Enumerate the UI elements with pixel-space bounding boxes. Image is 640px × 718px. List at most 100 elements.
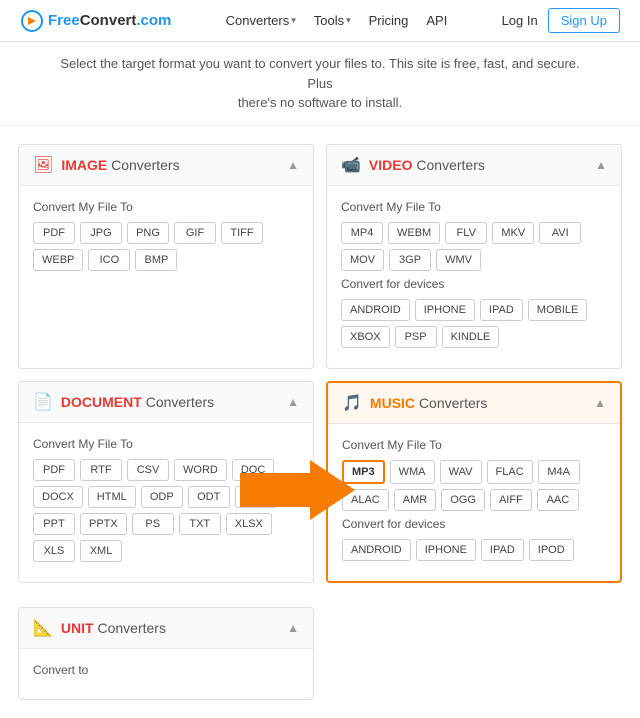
nav-converters[interactable]: Converters ▾ — [226, 13, 296, 28]
document-section-label: Convert My File To — [33, 437, 299, 451]
video-icon: 📹 — [341, 155, 361, 175]
collapse-icon[interactable]: ▲ — [594, 396, 606, 410]
format-pdf[interactable]: PDF — [33, 222, 75, 244]
format-xbox[interactable]: XBOX — [341, 326, 390, 348]
main-nav: Converters ▾ Tools ▾ Pricing API — [226, 13, 448, 28]
music-format-grid: MP3 WMA WAV FLAC M4A ALAC AMR OGG AIFF A… — [342, 460, 606, 511]
video-format-grid: MP4 WEBM FLV MKV AVI MOV 3GP WMV — [341, 222, 607, 271]
format-wmv[interactable]: WMV — [436, 249, 481, 271]
signup-button[interactable]: Sign Up — [548, 8, 620, 33]
header: FreeConvert.com Converters ▾ Tools ▾ Pri… — [0, 0, 640, 42]
format-ps[interactable]: PS — [132, 513, 174, 535]
collapse-icon[interactable]: ▲ — [287, 395, 299, 409]
video-card-body: Convert My File To MP4 WEBM FLV MKV AVI … — [327, 186, 621, 368]
unit-section-label: Convert to — [33, 663, 299, 677]
format-ppt[interactable]: PPT — [33, 513, 75, 535]
video-devices-label: Convert for devices — [341, 277, 607, 291]
format-xml[interactable]: XML — [80, 540, 122, 562]
format-mp3[interactable]: MP3 — [342, 460, 385, 484]
format-mobile[interactable]: MOBILE — [528, 299, 588, 321]
document-converter-card: 📄 DOCUMENT Converters ▲ Convert My File … — [18, 381, 314, 583]
collapse-icon[interactable]: ▲ — [287, 158, 299, 172]
format-ogg[interactable]: OGG — [441, 489, 485, 511]
format-aiff[interactable]: AIFF — [490, 489, 532, 511]
format-txt[interactable]: TXT — [179, 513, 221, 535]
format-odt[interactable]: ODT — [188, 486, 230, 508]
format-mkv[interactable]: MKV — [492, 222, 534, 244]
music-card-header: 🎵 MUSIC Converters ▲ — [328, 383, 620, 424]
format-m4a[interactable]: M4A — [538, 460, 580, 484]
subtitle: Select the target format you want to con… — [0, 42, 640, 126]
format-rtf[interactable]: RTF — [80, 459, 122, 481]
format-pptx[interactable]: PPTX — [80, 513, 127, 535]
format-pdf[interactable]: PDF — [33, 459, 75, 481]
format-3gp[interactable]: 3GP — [389, 249, 431, 271]
document-card-title: DOCUMENT Converters — [61, 394, 214, 410]
video-devices-grid: ANDROID IPHONE IPAD MOBILE XBOX PSP KIND… — [341, 299, 607, 348]
format-iphone[interactable]: IPHONE — [415, 299, 475, 321]
format-wav[interactable]: WAV — [440, 460, 482, 484]
format-ipod[interactable]: IPOD — [529, 539, 574, 561]
nav-tools[interactable]: Tools ▾ — [314, 13, 351, 28]
format-amr[interactable]: AMR — [394, 489, 436, 511]
login-button[interactable]: Log In — [502, 13, 538, 28]
collapse-icon[interactable]: ▲ — [595, 158, 607, 172]
format-tiff[interactable]: TIFF — [221, 222, 263, 244]
format-doc[interactable]: DOC — [232, 459, 274, 481]
logo[interactable]: FreeConvert.com — [20, 9, 171, 33]
music-icon: 🎵 — [342, 393, 362, 413]
image-card-body: Convert My File To PDF JPG PNG GIF TIFF … — [19, 186, 313, 291]
format-kindle[interactable]: KINDLE — [442, 326, 500, 348]
format-wma[interactable]: WMA — [390, 460, 435, 484]
format-iphone[interactable]: IPHONE — [416, 539, 476, 561]
unit-card-body: Convert to — [19, 649, 313, 699]
image-section-label: Convert My File To — [33, 200, 299, 214]
nav-api[interactable]: API — [426, 13, 447, 28]
format-bmp[interactable]: BMP — [135, 249, 177, 271]
format-csv[interactable]: CSV — [127, 459, 169, 481]
format-jpg[interactable]: JPG — [80, 222, 122, 244]
nav-pricing[interactable]: Pricing — [369, 13, 409, 28]
format-png[interactable]: PNG — [127, 222, 169, 244]
format-ico[interactable]: ICO — [88, 249, 130, 271]
image-icon: 🖼 — [33, 155, 53, 175]
image-card-title: IMAGE Converters — [61, 157, 179, 173]
converter-grid: 🖼 IMAGE Converters ▲ Convert My File To … — [0, 126, 640, 601]
image-format-grid: PDF JPG PNG GIF TIFF WEBP ICO BMP — [33, 222, 299, 271]
chevron-down-icon: ▾ — [346, 15, 351, 26]
format-webp[interactable]: WEBP — [33, 249, 83, 271]
format-html[interactable]: HTML — [88, 486, 136, 508]
format-flac[interactable]: FLAC — [487, 460, 533, 484]
document-icon: 📄 — [33, 392, 53, 412]
format-ods[interactable]: ODS — [235, 486, 277, 508]
chevron-down-icon: ▾ — [291, 15, 296, 26]
format-avi[interactable]: AVI — [539, 222, 581, 244]
music-card-title: MUSIC Converters — [370, 395, 487, 411]
format-alac[interactable]: ALAC — [342, 489, 389, 511]
video-card-title: VIDEO Converters — [369, 157, 485, 173]
unit-converter-card: 📐 UNIT Converters ▲ Convert to — [18, 607, 314, 700]
format-odp[interactable]: ODP — [141, 486, 183, 508]
format-webm[interactable]: WEBM — [388, 222, 440, 244]
format-word[interactable]: WORD — [174, 459, 227, 481]
video-card-header: 📹 VIDEO Converters ▲ — [327, 145, 621, 186]
format-psp[interactable]: PSP — [395, 326, 437, 348]
bottom-grid: 📐 UNIT Converters ▲ Convert to — [0, 607, 640, 718]
format-gif[interactable]: GIF — [174, 222, 216, 244]
format-docx[interactable]: DOCX — [33, 486, 83, 508]
format-xls[interactable]: XLS — [33, 540, 75, 562]
format-ipad[interactable]: IPAD — [480, 299, 523, 321]
format-mp4[interactable]: MP4 — [341, 222, 383, 244]
image-card-header: 🖼 IMAGE Converters ▲ — [19, 145, 313, 186]
format-aac[interactable]: AAC — [537, 489, 579, 511]
music-devices-label: Convert for devices — [342, 517, 606, 531]
header-actions: Log In Sign Up — [502, 8, 620, 33]
format-flv[interactable]: FLV — [445, 222, 487, 244]
format-android[interactable]: ANDROID — [341, 299, 410, 321]
format-ipad[interactable]: IPAD — [481, 539, 524, 561]
format-android[interactable]: ANDROID — [342, 539, 411, 561]
format-xlsx[interactable]: XLSX — [226, 513, 272, 535]
logo-icon — [20, 9, 44, 33]
video-converter-card: 📹 VIDEO Converters ▲ Convert My File To … — [326, 144, 622, 369]
format-mov[interactable]: MOV — [341, 249, 384, 271]
